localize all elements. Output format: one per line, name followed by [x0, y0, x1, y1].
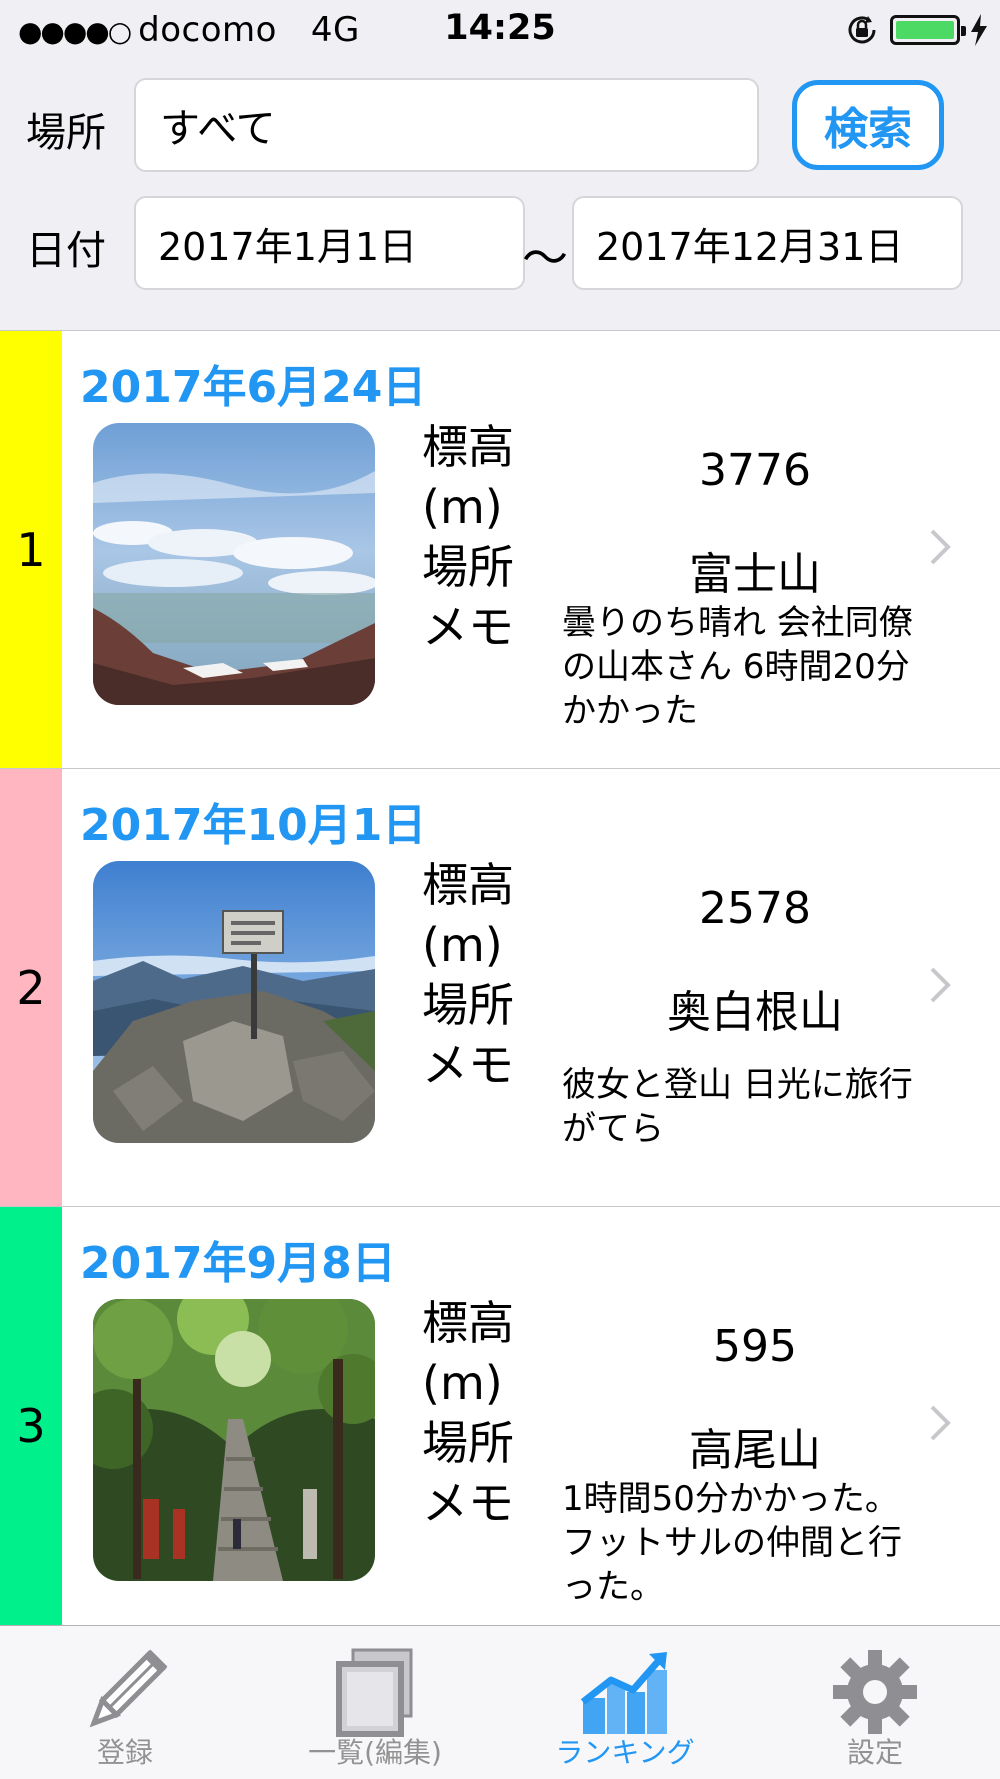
chart-icon [580, 1652, 667, 1734]
ranking-row[interactable]: 3 2017年9月8日 標高 (m) 場所 メモ 595 高尾山 1時間50分か… [0, 1207, 1000, 1645]
mountain-photo [93, 423, 375, 705]
rotation-lock-icon [848, 16, 876, 44]
tab-bar: 登録 一覧(編集) ランキング 設定 [0, 1625, 1000, 1779]
tab-label: ランキング [555, 1736, 695, 1769]
ranking-row[interactable]: 1 2017年6月24日 標高 (m) 場所 メモ 3776 富士山 曇りのち晴… [0, 331, 1000, 769]
place-field-value: すべて [160, 106, 276, 152]
memo-field-label: メモ [422, 600, 514, 654]
date-from-field[interactable]: 2017年1月1日 [134, 196, 525, 290]
place-label: 場所 [26, 110, 106, 156]
place-field-label: 場所 [422, 978, 514, 1032]
memo-field-label: メモ [422, 1038, 514, 1092]
date-from-value: 2017年1月1日 [158, 224, 418, 269]
elevation-label: 標高 (m) [422, 420, 514, 534]
memo-value: 1時間50分かかった。 フットサルの仲間と行った。 [562, 1479, 902, 1607]
chevron-right-icon [930, 529, 951, 565]
elevation-label: 標高 (m) [422, 1296, 514, 1410]
place-value: 富士山 [689, 549, 821, 600]
charging-bolt-icon [971, 14, 987, 46]
battery-icon [890, 15, 966, 45]
climb-date: 2017年10月1日 [80, 800, 427, 851]
search-button[interactable]: 検索 [792, 80, 944, 170]
climb-date: 2017年9月8日 [80, 1238, 396, 1289]
place-field[interactable]: すべて [134, 78, 759, 172]
rank-number: 2 [16, 960, 46, 1015]
place-value: 奥白根山 [667, 987, 843, 1038]
elevation-value: 3776 [699, 445, 811, 496]
tab-settings[interactable]: 設定 [750, 1626, 1000, 1779]
chevron-right-icon [930, 967, 951, 1003]
pencil-icon [89, 1649, 168, 1728]
elevation-value: 595 [713, 1321, 797, 1372]
memo-value: 彼女と登山 日光に旅行がてら [562, 1065, 913, 1149]
rank-number: 3 [16, 1398, 46, 1453]
tab-label: 登録 [96, 1736, 153, 1769]
chevron-right-icon [930, 1405, 951, 1441]
place-field-label: 場所 [422, 1416, 514, 1470]
tab-ranking[interactable]: ランキング [500, 1626, 750, 1779]
status-right [844, 10, 988, 50]
elevation-value: 2578 [699, 883, 811, 934]
date-label: 日付 [26, 228, 106, 274]
date-range-separator: 〜 [522, 231, 568, 285]
tab-register[interactable]: 登録 [0, 1626, 250, 1779]
date-to-field[interactable]: 2017年12月31日 [572, 196, 963, 290]
date-to-value: 2017年12月31日 [596, 224, 904, 269]
memo-field-label: メモ [422, 1476, 514, 1530]
memo-value: 曇りのち晴れ 会社同僚の山本さん 6時間20分かかった [562, 603, 913, 731]
place-value: 高尾山 [689, 1425, 821, 1476]
tab-list-edit[interactable]: 一覧(編集) [250, 1626, 500, 1779]
place-field-label: 場所 [422, 540, 514, 594]
photo-stack-icon [336, 1648, 413, 1737]
rank-indicator: 3 [0, 1207, 62, 1644]
ranking-list: 1 2017年6月24日 標高 (m) 場所 メモ 3776 富士山 曇りのち晴… [0, 330, 1000, 1645]
mountain-photo [93, 861, 375, 1143]
tab-label: 一覧(編集) [308, 1736, 442, 1769]
tab-label: 設定 [846, 1736, 903, 1769]
ranking-row[interactable]: 2 2017年10月1日 標高 (m) 場所 メモ 2578 奥白根山 彼女と登… [0, 769, 1000, 1207]
rank-indicator: 2 [0, 769, 62, 1206]
rank-indicator: 1 [0, 331, 62, 768]
gear-icon [833, 1650, 917, 1734]
rank-number: 1 [16, 522, 46, 577]
status-bar: ●●●●○ docomo 4G 14:25 [0, 0, 1000, 60]
mountain-photo [93, 1299, 375, 1581]
climb-date: 2017年6月24日 [80, 362, 427, 413]
elevation-label: 標高 (m) [422, 858, 514, 972]
